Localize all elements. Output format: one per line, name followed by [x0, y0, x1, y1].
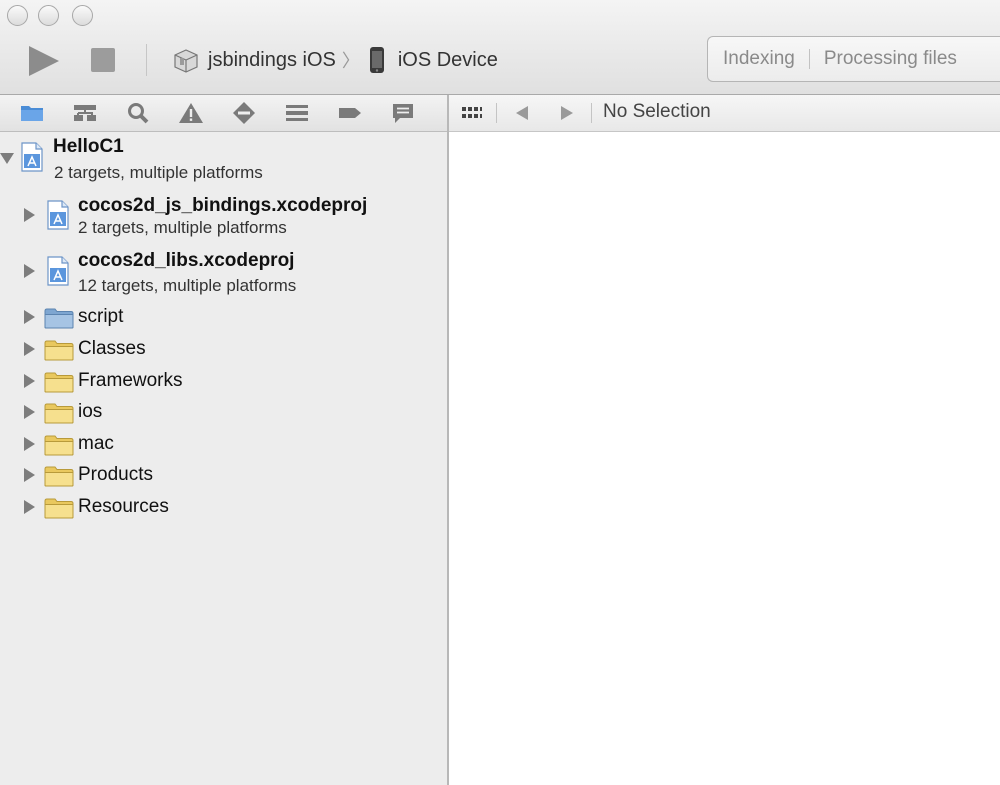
folder-label[interactable]: Resources — [78, 496, 169, 518]
editor-jump-bar: No Selection — [449, 95, 1000, 132]
folder-icon — [44, 434, 74, 456]
disclosure-collapsed-icon[interactable] — [24, 264, 35, 278]
zoom-window-button[interactable] — [72, 5, 93, 26]
ios-device-icon — [369, 47, 384, 73]
minimize-window-button[interactable] — [38, 5, 59, 26]
disclosure-expanded-icon[interactable] — [0, 153, 14, 164]
jumpbar-divider — [496, 103, 497, 123]
toolbar-divider — [146, 44, 147, 76]
scheme-target-icon — [174, 49, 198, 73]
folder-icon — [44, 497, 74, 519]
forward-arrow-icon[interactable] — [559, 105, 575, 121]
folder-label[interactable]: Products — [78, 464, 153, 486]
activity-divider — [808, 49, 810, 69]
activity-view: Indexing Processing files — [707, 36, 1000, 82]
scheme-name[interactable]: jsbindings iOS — [208, 49, 336, 72]
navigator-selector-bar — [0, 95, 447, 132]
folder-icon — [44, 465, 74, 487]
symbol-navigator-icon[interactable] — [72, 102, 98, 124]
disclosure-collapsed-icon[interactable] — [24, 310, 35, 324]
back-arrow-icon[interactable] — [514, 105, 530, 121]
folder-icon — [44, 371, 74, 393]
folder-icon — [44, 339, 74, 361]
folder-blue-icon — [44, 307, 74, 329]
issue-navigator-icon[interactable] — [178, 102, 204, 124]
subproject-title[interactable]: cocos2d_js_bindings.xcodeproj — [78, 195, 367, 217]
subproject-title[interactable]: cocos2d_libs.xcodeproj — [78, 250, 294, 272]
debug-navigator-icon[interactable] — [284, 102, 310, 124]
folder-icon — [44, 402, 74, 424]
disclosure-collapsed-icon[interactable] — [24, 437, 35, 451]
xcodeproj-icon — [20, 142, 44, 172]
folder-label[interactable]: script — [78, 306, 123, 328]
subproject-subtitle: 12 targets, multiple platforms — [78, 276, 297, 295]
disclosure-collapsed-icon[interactable] — [24, 405, 35, 419]
project-title[interactable]: HelloC1 — [53, 136, 124, 158]
activity-status: Indexing — [723, 48, 795, 69]
disclosure-collapsed-icon[interactable] — [24, 374, 35, 388]
jumpbar-selection-label[interactable]: No Selection — [603, 101, 711, 123]
xcodeproj-icon — [46, 256, 70, 286]
disclosure-collapsed-icon[interactable] — [24, 208, 35, 222]
subproject-subtitle: 2 targets, multiple platforms — [78, 218, 287, 237]
folder-label[interactable]: Frameworks — [78, 370, 183, 392]
project-subtitle: 2 targets, multiple platforms — [54, 163, 263, 182]
disclosure-collapsed-icon[interactable] — [24, 500, 35, 514]
stop-button[interactable] — [91, 48, 115, 72]
xcodeproj-icon — [46, 200, 70, 230]
close-window-button[interactable] — [7, 5, 28, 26]
project-navigator: HelloC1 2 targets, multiple platforms co… — [0, 132, 447, 785]
disclosure-collapsed-icon[interactable] — [24, 342, 35, 356]
activity-detail: Processing files — [823, 48, 957, 69]
log-navigator-icon[interactable] — [390, 102, 416, 124]
folder-label[interactable]: Classes — [78, 338, 146, 360]
scheme-separator: 〉 — [341, 51, 360, 71]
test-navigator-icon[interactable] — [231, 102, 257, 124]
breakpoint-navigator-icon[interactable] — [337, 102, 363, 124]
related-items-icon[interactable] — [461, 104, 483, 122]
scheme-selector[interactable]: jsbindings iOS 〉 iOS Device — [172, 46, 498, 74]
run-button[interactable] — [26, 44, 62, 78]
play-icon — [29, 46, 59, 76]
disclosure-collapsed-icon[interactable] — [24, 468, 35, 482]
folder-label[interactable]: mac — [78, 433, 114, 455]
editor-area[interactable] — [449, 132, 1000, 785]
window-toolbar: jsbindings iOS 〉 iOS Device Indexing Pro… — [0, 0, 1000, 95]
project-navigator-icon[interactable] — [19, 102, 45, 124]
jumpbar-divider — [591, 103, 592, 123]
search-navigator-icon[interactable] — [125, 102, 151, 124]
folder-label[interactable]: ios — [78, 401, 102, 423]
destination-name[interactable]: iOS Device — [398, 49, 498, 72]
